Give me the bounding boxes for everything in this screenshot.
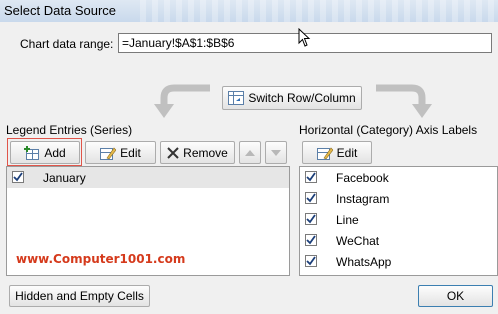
axis-label-text: Instagram [336,192,390,206]
switch-table-icon [228,91,245,105]
remove-label: Remove [183,145,228,160]
list-item[interactable]: Facebook [300,167,497,188]
edit-table-icon [316,146,333,160]
triangle-down-icon [271,149,281,156]
window-title: Select Data Source [4,3,117,18]
triangle-up-icon [245,149,255,156]
add-button-highlight [7,138,82,166]
axis-label-checkbox[interactable] [305,234,317,246]
chart-data-range-label: Chart data range: [20,37,114,51]
title-bar-background [140,0,498,22]
axis-labels-list: Facebook Instagram Line WeChat WhatsApp [299,166,498,276]
axis-label-checkbox[interactable] [305,192,317,204]
hidden-and-empty-cells-button[interactable]: Hidden and Empty Cells [9,285,150,307]
checkmark-icon [13,172,23,182]
legend-entries-label: Legend Entries (Series) [6,123,133,137]
axis-label-checkbox[interactable] [305,171,317,183]
axis-labels-label: Horizontal (Category) Axis Labels [299,123,478,137]
checkmark-icon [306,256,316,266]
axis-label-text: Facebook [336,171,389,185]
axis-label-checkbox[interactable] [305,255,317,267]
checkmark-icon [306,193,316,203]
edit-series-button[interactable]: Edit [85,141,156,164]
edit-axis-labels-button[interactable]: Edit [302,141,372,164]
switch-row-column-label: Switch Row/Column [248,91,356,105]
switch-row-column-button[interactable]: Switch Row/Column [222,86,362,110]
list-item[interactable]: WhatsApp [300,251,497,272]
checkmark-icon [306,172,316,182]
watermark-text: www.Computer1001.com [16,252,186,266]
move-up-button[interactable] [239,141,261,164]
checkmark-icon [306,214,316,224]
hidden-and-empty-cells-label: Hidden and Empty Cells [15,289,144,303]
axis-label-checkbox[interactable] [305,213,317,225]
checkmark-icon [306,235,316,245]
axis-label-text: WeChat [336,234,380,248]
curved-arrow-left-icon [150,84,214,123]
ok-button[interactable]: OK [418,285,493,307]
edit-axis-label: Edit [336,145,358,160]
list-item[interactable]: Instagram [300,188,497,209]
curved-arrow-right-icon [372,84,436,123]
list-item[interactable]: Line [300,209,497,230]
mouse-cursor-icon [298,27,312,51]
list-item[interactable]: WeChat [300,230,497,251]
axis-label-text: Line [336,213,359,227]
list-item[interactable]: January [7,167,289,188]
series-checkbox[interactable] [12,171,24,183]
title-bar: Select Data Source [0,0,498,22]
x-icon [167,146,179,159]
edit-series-label: Edit [120,145,141,160]
axis-label-text: WhatsApp [336,255,392,269]
edit-table-icon [100,146,117,160]
ok-label: OK [446,289,465,303]
series-name: January [43,171,86,185]
remove-series-button[interactable]: Remove [160,141,235,164]
move-down-button[interactable] [265,141,287,164]
